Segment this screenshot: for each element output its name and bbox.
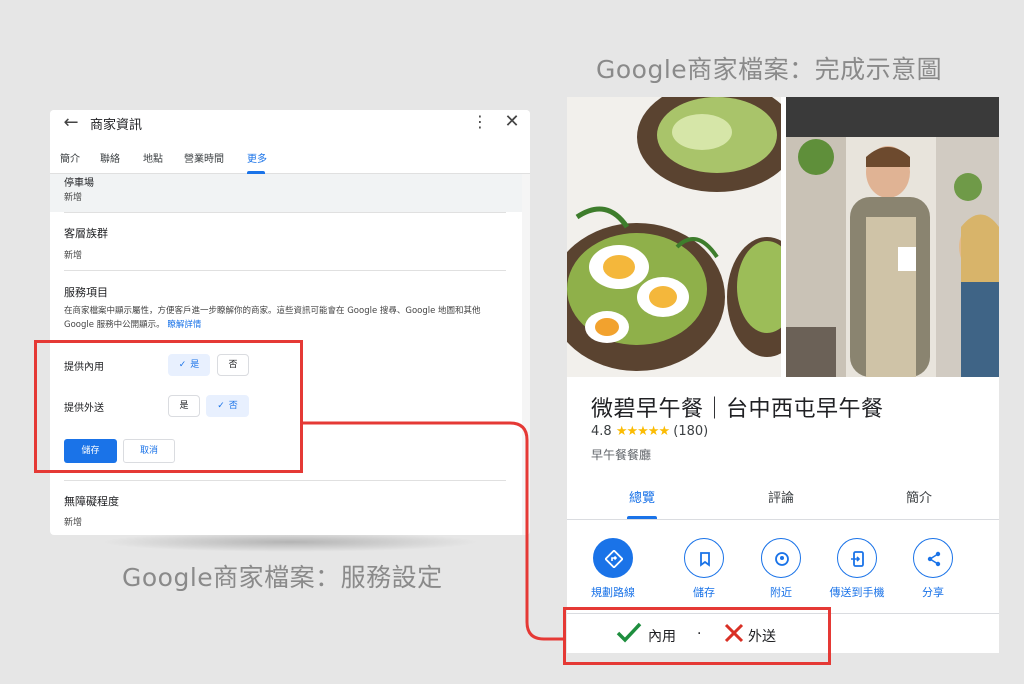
highlight-connector-line	[303, 421, 563, 641]
